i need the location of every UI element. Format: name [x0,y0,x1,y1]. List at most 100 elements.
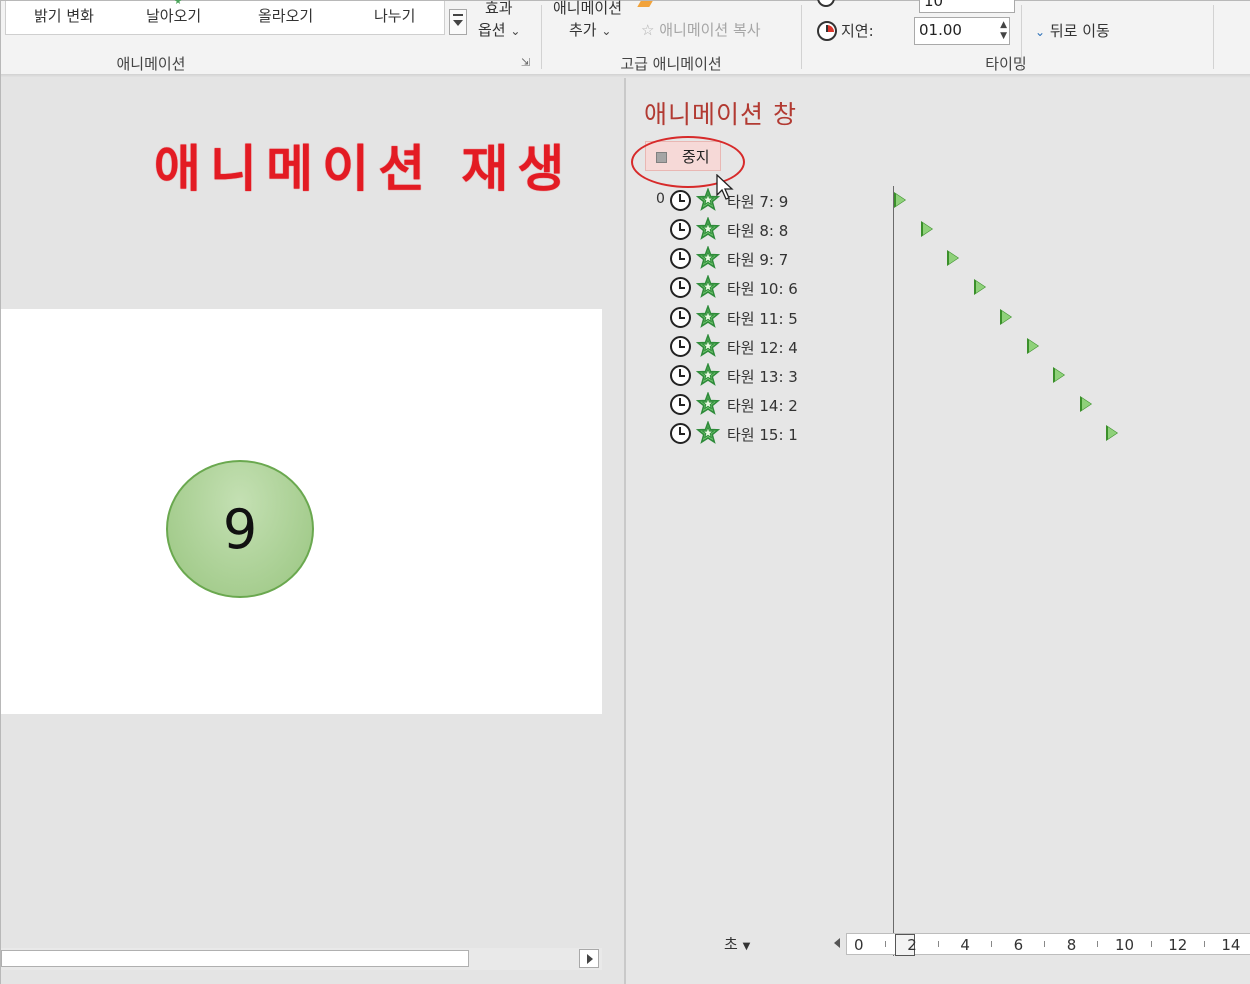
spinner-arrows-icon[interactable]: ▲ ▼ [1000,20,1007,42]
group-divider [1213,5,1214,69]
chevron-down-icon: ⌄ [1035,25,1046,39]
delay-spinner[interactable]: 01.00 ▲ ▼ [914,17,1010,45]
animation-item-label: 타원 10: 6 [727,280,798,299]
delay-value: 01.00 [919,21,962,39]
chevron-down-icon: ⌄ [601,24,612,38]
slide-canvas[interactable]: 9 [1,309,602,714]
effect-options-button[interactable]: 옵션 ⌄ [478,19,520,40]
animation-list-item[interactable]: 타원 12: 4 [626,332,1250,362]
animation-painter-button[interactable]: ☆ 애니메이션 복사 [641,19,761,40]
timeline-marker-icon[interactable] [1026,337,1039,354]
ruler-tick [991,941,992,947]
animation-gallery: 밝기 변화 날아오기 ★ 올라오기 나누기 [5,0,445,35]
delay-label: 지연: [841,22,874,40]
clock-icon [670,423,691,445]
add-animation-button[interactable]: 추가 ⌄ [569,19,611,40]
effect-star-icon [695,391,721,416]
animation-group-label: 애니메이션 [116,55,186,73]
animation-item-label: 타원 14: 2 [727,397,798,416]
ruler-label: 6 [1013,936,1024,954]
animation-list-item[interactable]: 0 타원 7: 9 [626,187,1250,216]
group-divider [541,5,542,69]
duration-spinner[interactable]: 10 [919,0,1015,13]
add-animation-label-1[interactable]: 애니메이션 [553,0,622,18]
app-window: 밝기 변화 날아오기 ★ 올라오기 나누기 효과 옵션 ⌄ 애니메이션 ⇲ 애니메… [0,0,1250,984]
timeline-marker-icon[interactable] [1053,366,1065,383]
ruler-label: 8 [1066,936,1077,954]
ruler-scale[interactable]: 0 2 4 6 8 10 12 14 [846,933,1250,956]
effect-star-icon [695,274,721,299]
animation-order-number: 0 [656,191,665,207]
animation-pane: 애니메이션 창 중지 0 타원 7: 9 타원 8: 8 타원 9: 7 타원 10: … [626,78,1250,984]
animation-list-item[interactable]: 타원 8: 8 [626,216,1250,245]
timeline-playhead [893,186,894,956]
clock-icon [670,277,691,299]
timeline-marker-icon[interactable] [1079,396,1092,413]
animation-list-item[interactable]: 타원 13: 3 [626,362,1250,391]
horizontal-scrollbar[interactable] [1,948,602,970]
clock-icon [670,190,691,211]
seconds-dropdown[interactable]: 초 ▼ [724,933,750,954]
gallery-item-label: 날아오기 [146,7,202,25]
ruler-label: 0 [854,936,864,954]
animation-list-item[interactable]: 타원 14: 2 [626,391,1250,420]
gallery-item-fly-in[interactable]: 날아오기 ★ [146,0,202,26]
animation-item-label: 타원 9: 7 [727,251,789,270]
move-later-label: 뒤로 이동 [1049,22,1110,40]
animation-item-label: 타원 8: 8 [727,222,789,241]
advanced-group-label: 고급 애니메이션 [620,55,722,73]
effect-star-icon [695,216,721,241]
gallery-item-fade[interactable]: 밝기 변화 [34,5,94,26]
animation-list-item[interactable]: 타원 15: 1 [626,420,1250,449]
effect-star-icon [695,187,721,212]
effect-star-icon [695,420,721,445]
dialog-launcher-icon[interactable]: ⇲ [521,57,533,69]
seconds-label: 초 [724,935,738,953]
timeline-marker-icon[interactable] [894,192,906,208]
scrollbar-thumb[interactable] [1,950,469,967]
ruler-tick [1097,941,1099,947]
animation-list-item[interactable]: 타원 9: 7 [626,245,1250,274]
ruler-tick [937,941,939,947]
clock-icon [670,219,691,241]
gallery-more-button[interactable] [449,9,467,35]
animation-item-label: 타원 15: 1 [727,426,798,445]
ruler-tick [1150,941,1152,947]
timeline-marker-icon[interactable] [947,250,959,267]
animation-list-item[interactable]: 타원 10: 6 [626,274,1250,303]
ruler-scroll-left-icon[interactable] [834,938,840,948]
timeline-marker-icon[interactable] [973,279,986,296]
gallery-item-float-in[interactable]: 올라오기 [258,5,313,26]
move-later-button[interactable]: ⌄ 뒤로 이동 [1035,20,1110,41]
clock-icon [670,306,691,328]
timeline-ruler: 0 2 4 6 8 10 12 14 [834,933,1250,956]
clock-icon [670,335,691,357]
ruler-label: 14 [1221,936,1241,954]
animation-item-label: 타원 13: 3 [727,367,798,386]
ribbon: 밝기 변화 날아오기 ★ 올라오기 나누기 효과 옵션 ⌄ 애니메이션 ⇲ 애니메… [1,0,1250,75]
animation-pane-title: 애니메이션 창 [644,100,797,129]
gallery-item-split[interactable]: 나누기 [374,5,415,26]
effect-star-icon [695,303,721,329]
effect-star-icon [695,332,721,358]
timeline-marker-icon[interactable] [920,221,933,238]
animation-painter-label: 애니메이션 복사 [659,21,761,39]
effect-options-label-2: 옵션 [478,21,506,39]
ruler-label: 12 [1168,936,1188,954]
effect-options-label-1[interactable]: 효과 [485,0,513,18]
ruler-tick [884,941,886,947]
effect-star-icon [695,362,721,387]
timeline-marker-icon[interactable] [1106,425,1118,442]
duration-value: 10 [924,0,944,10]
animation-item-label: 타원 11: 5 [727,309,798,328]
oval-shape[interactable]: 9 [166,460,314,598]
timing-group-label: 타이밍 [985,55,1027,73]
oval-text: 9 [222,497,258,561]
group-divider [801,5,802,69]
delay-clock-icon [817,21,837,41]
animation-item-label: 타원 7: 9 [727,193,789,211]
animation-list-item[interactable]: 타원 11: 5 [626,303,1250,333]
clock-icon [670,394,691,416]
scroll-right-button[interactable] [579,949,599,968]
timeline-marker-icon[interactable] [1000,308,1012,325]
